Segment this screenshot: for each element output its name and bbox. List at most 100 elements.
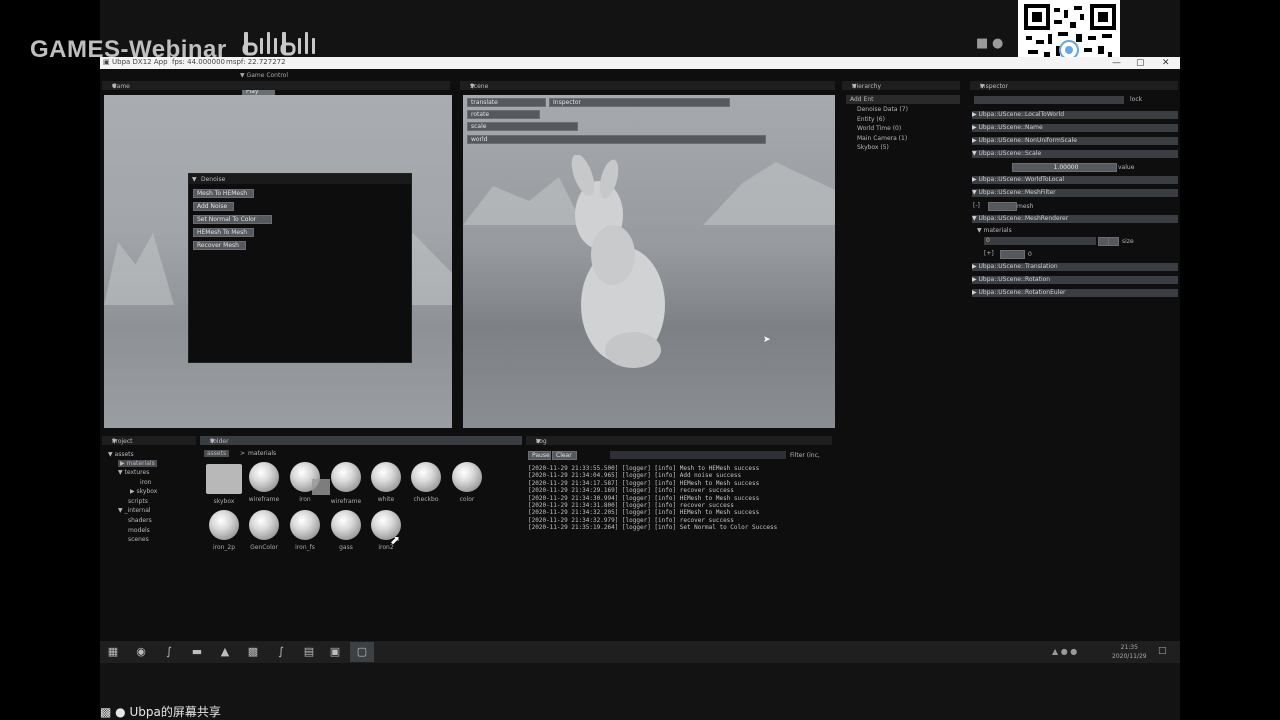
- scene-viewport[interactable]: ➤ translate Inspector rotate scale world: [463, 95, 835, 428]
- active-app-button[interactable]: ▢: [350, 642, 374, 662]
- tree-item-materials[interactable]: ▶ materials: [118, 460, 157, 467]
- asset-item[interactable]: white: [368, 462, 404, 503]
- set-normal-to-color-button[interactable]: Set Normal To Color: [193, 215, 272, 224]
- add-entity-button[interactable]: Add Ent: [850, 96, 873, 103]
- tree-item-assets[interactable]: ▼ assets: [108, 451, 134, 458]
- tree-item-shaders[interactable]: shaders: [128, 517, 152, 524]
- folder-panel-header[interactable]: ▼ Folder: [200, 436, 522, 445]
- notification-icon[interactable]: □: [1158, 646, 1167, 656]
- inspector-mode-field[interactable]: Inspector: [549, 98, 730, 107]
- scene-panel-header[interactable]: ▼ Scene: [460, 81, 835, 90]
- component-header[interactable]: ▶ Ubpa::UScene::RotationEuler: [972, 289, 1178, 297]
- visual-studio-icon[interactable]: ∫: [162, 645, 176, 659]
- game-panel-header[interactable]: ▼ Game: [102, 81, 450, 90]
- inspector-panel-header[interactable]: ▼ Inspector: [970, 81, 1178, 90]
- tree-item-skybox[interactable]: ▶ skybox: [130, 488, 157, 495]
- log-panel-header[interactable]: ▼ Log: [526, 436, 832, 445]
- lock-toggle[interactable]: lock: [1130, 96, 1142, 103]
- system-tray-icon[interactable]: ▲ ● ●: [1052, 647, 1077, 656]
- world-button[interactable]: world: [467, 135, 766, 144]
- rotate-button[interactable]: rotate: [467, 110, 540, 119]
- hemesh-to-mesh-button[interactable]: HEMesh To Mesh: [193, 228, 254, 237]
- app-triangle-icon[interactable]: ▲: [218, 645, 232, 659]
- recover-mesh-button[interactable]: Recover Mesh: [193, 241, 246, 250]
- asset-item[interactable]: wireframe: [328, 462, 364, 505]
- component-header[interactable]: ▶ Ubpa::UScene::NonUniformScale: [972, 137, 1178, 145]
- log-pause-button[interactable]: Pause: [528, 451, 551, 460]
- materials-size-field[interactable]: 0: [984, 237, 1096, 245]
- tree-item-textures[interactable]: ▼ textures: [118, 469, 149, 476]
- app-grid-icon[interactable]: ▩: [246, 645, 260, 659]
- hierarchy-panel-header[interactable]: ▼ Hierarchy: [842, 81, 960, 90]
- log-clear-button[interactable]: Clear: [552, 451, 577, 460]
- tree-item-scenes[interactable]: scenes: [128, 536, 149, 543]
- component-header[interactable]: ▼ Ubpa::UScene::MeshRenderer: [972, 215, 1178, 223]
- mouse-cursor-icon: ➤: [763, 335, 771, 345]
- game-viewport[interactable]: ▼ Denoise Mesh To HEMesh Add Noise Set N…: [104, 95, 452, 428]
- windows-start-icon[interactable]: ▦: [106, 645, 120, 659]
- hierarchy-item[interactable]: World Time (0): [857, 125, 901, 132]
- mountain-shape: [703, 162, 835, 225]
- asset-item[interactable]: skybox: [206, 464, 242, 505]
- component-header[interactable]: ▼ Ubpa::UScene::Scale: [972, 150, 1178, 158]
- hierarchy-item[interactable]: Main Camera (1): [857, 135, 907, 142]
- visual-studio-code-icon[interactable]: ∫: [274, 645, 288, 659]
- clock[interactable]: 21:35 2020/11/29: [1112, 643, 1147, 661]
- tree-item-iron[interactable]: iron: [140, 479, 151, 486]
- mspf-readout: mspf: 22.727272: [226, 58, 286, 66]
- minimize-button[interactable]: —: [1112, 58, 1121, 68]
- mesh-asset-field[interactable]: [988, 202, 1017, 211]
- component-header[interactable]: ▼ Ubpa::UScene::MeshFilter: [972, 189, 1178, 197]
- scale-value-field[interactable]: 1.00000: [1012, 163, 1117, 172]
- increment-button[interactable]: [1108, 237, 1119, 246]
- log-filter-input[interactable]: [610, 451, 786, 459]
- hierarchy-item[interactable]: Denoise Data (7): [857, 106, 908, 113]
- mesh-to-hemesh-button[interactable]: Mesh To HEMesh: [193, 189, 254, 198]
- folder-icon: [206, 464, 242, 494]
- component-header[interactable]: ▶ Ubpa::UScene::LocalToWorld: [972, 111, 1178, 119]
- bunny-model[interactable]: [543, 155, 703, 375]
- file-explorer-icon[interactable]: ▬: [190, 645, 204, 659]
- asset-item[interactable]: checkbo: [408, 462, 444, 503]
- project-panel-title: Project: [112, 438, 133, 445]
- game-icon[interactable]: ▣: [328, 645, 342, 659]
- material-asset-field[interactable]: [1000, 250, 1025, 259]
- tree-item-internal[interactable]: ▼ _internal: [118, 507, 151, 514]
- add-entity-bar[interactable]: Add Ent: [846, 95, 960, 104]
- asset-item[interactable]: iron_fs: [287, 510, 323, 551]
- asset-item[interactable]: iron_2p: [206, 510, 242, 551]
- app-title: Ubpa DX12 App: [112, 58, 168, 66]
- denoise-window[interactable]: ▼ Denoise Mesh To HEMesh Add Noise Set N…: [188, 173, 412, 363]
- component-header[interactable]: ▶ Ubpa::UScene::Rotation: [972, 276, 1178, 284]
- ubpa-app-icon: ▢: [356, 645, 368, 658]
- chrome-icon[interactable]: ◉: [134, 645, 148, 659]
- hierarchy-item[interactable]: Skybox (5): [857, 144, 889, 151]
- denoise-window-header[interactable]: ▼ Denoise: [189, 174, 411, 184]
- inspector-entity-field[interactable]: [974, 96, 1124, 104]
- game-control-menu[interactable]: ▼ Game Control: [240, 72, 288, 79]
- breadcrumb-current[interactable]: materials: [248, 450, 276, 457]
- component-header[interactable]: ▶ Ubpa::UScene::WorldToLocal: [972, 176, 1178, 184]
- add-noise-button[interactable]: Add Noise: [193, 202, 234, 211]
- breadcrumb-root[interactable]: assets: [204, 450, 230, 457]
- tree-item-models[interactable]: models: [128, 527, 150, 534]
- component-header[interactable]: ▶ Ubpa::UScene::Name: [972, 124, 1178, 132]
- close-button[interactable]: ✕: [1162, 58, 1170, 68]
- component-header[interactable]: ▶ Ubpa::UScene::Translation: [972, 263, 1178, 271]
- asset-item[interactable]: wireframe: [246, 462, 282, 503]
- scale-button[interactable]: scale: [467, 122, 578, 131]
- camera-icon[interactable]: ■: [976, 36, 988, 51]
- asset-item[interactable]: gass: [328, 510, 364, 551]
- maximize-button[interactable]: ▢: [1136, 58, 1145, 68]
- app-titlebar[interactable]: ▣ Ubpa DX12 App fps: 44.000000 mspf: 22.…: [100, 57, 1180, 69]
- project-panel-header[interactable]: ▼ Project: [102, 436, 196, 445]
- person-icon[interactable]: ●: [992, 36, 1003, 51]
- translate-button[interactable]: translate: [467, 98, 546, 107]
- hierarchy-item[interactable]: Entity (6): [857, 116, 885, 123]
- asset-item[interactable]: color: [449, 462, 485, 503]
- material-expand-toggle[interactable]: [+]: [984, 250, 994, 257]
- asset-item[interactable]: GenColor: [246, 510, 282, 551]
- mesh-expand-toggle[interactable]: [-]: [973, 202, 980, 209]
- terminal-icon[interactable]: ▤: [302, 645, 316, 659]
- tree-item-scripts[interactable]: scripts: [128, 498, 148, 505]
